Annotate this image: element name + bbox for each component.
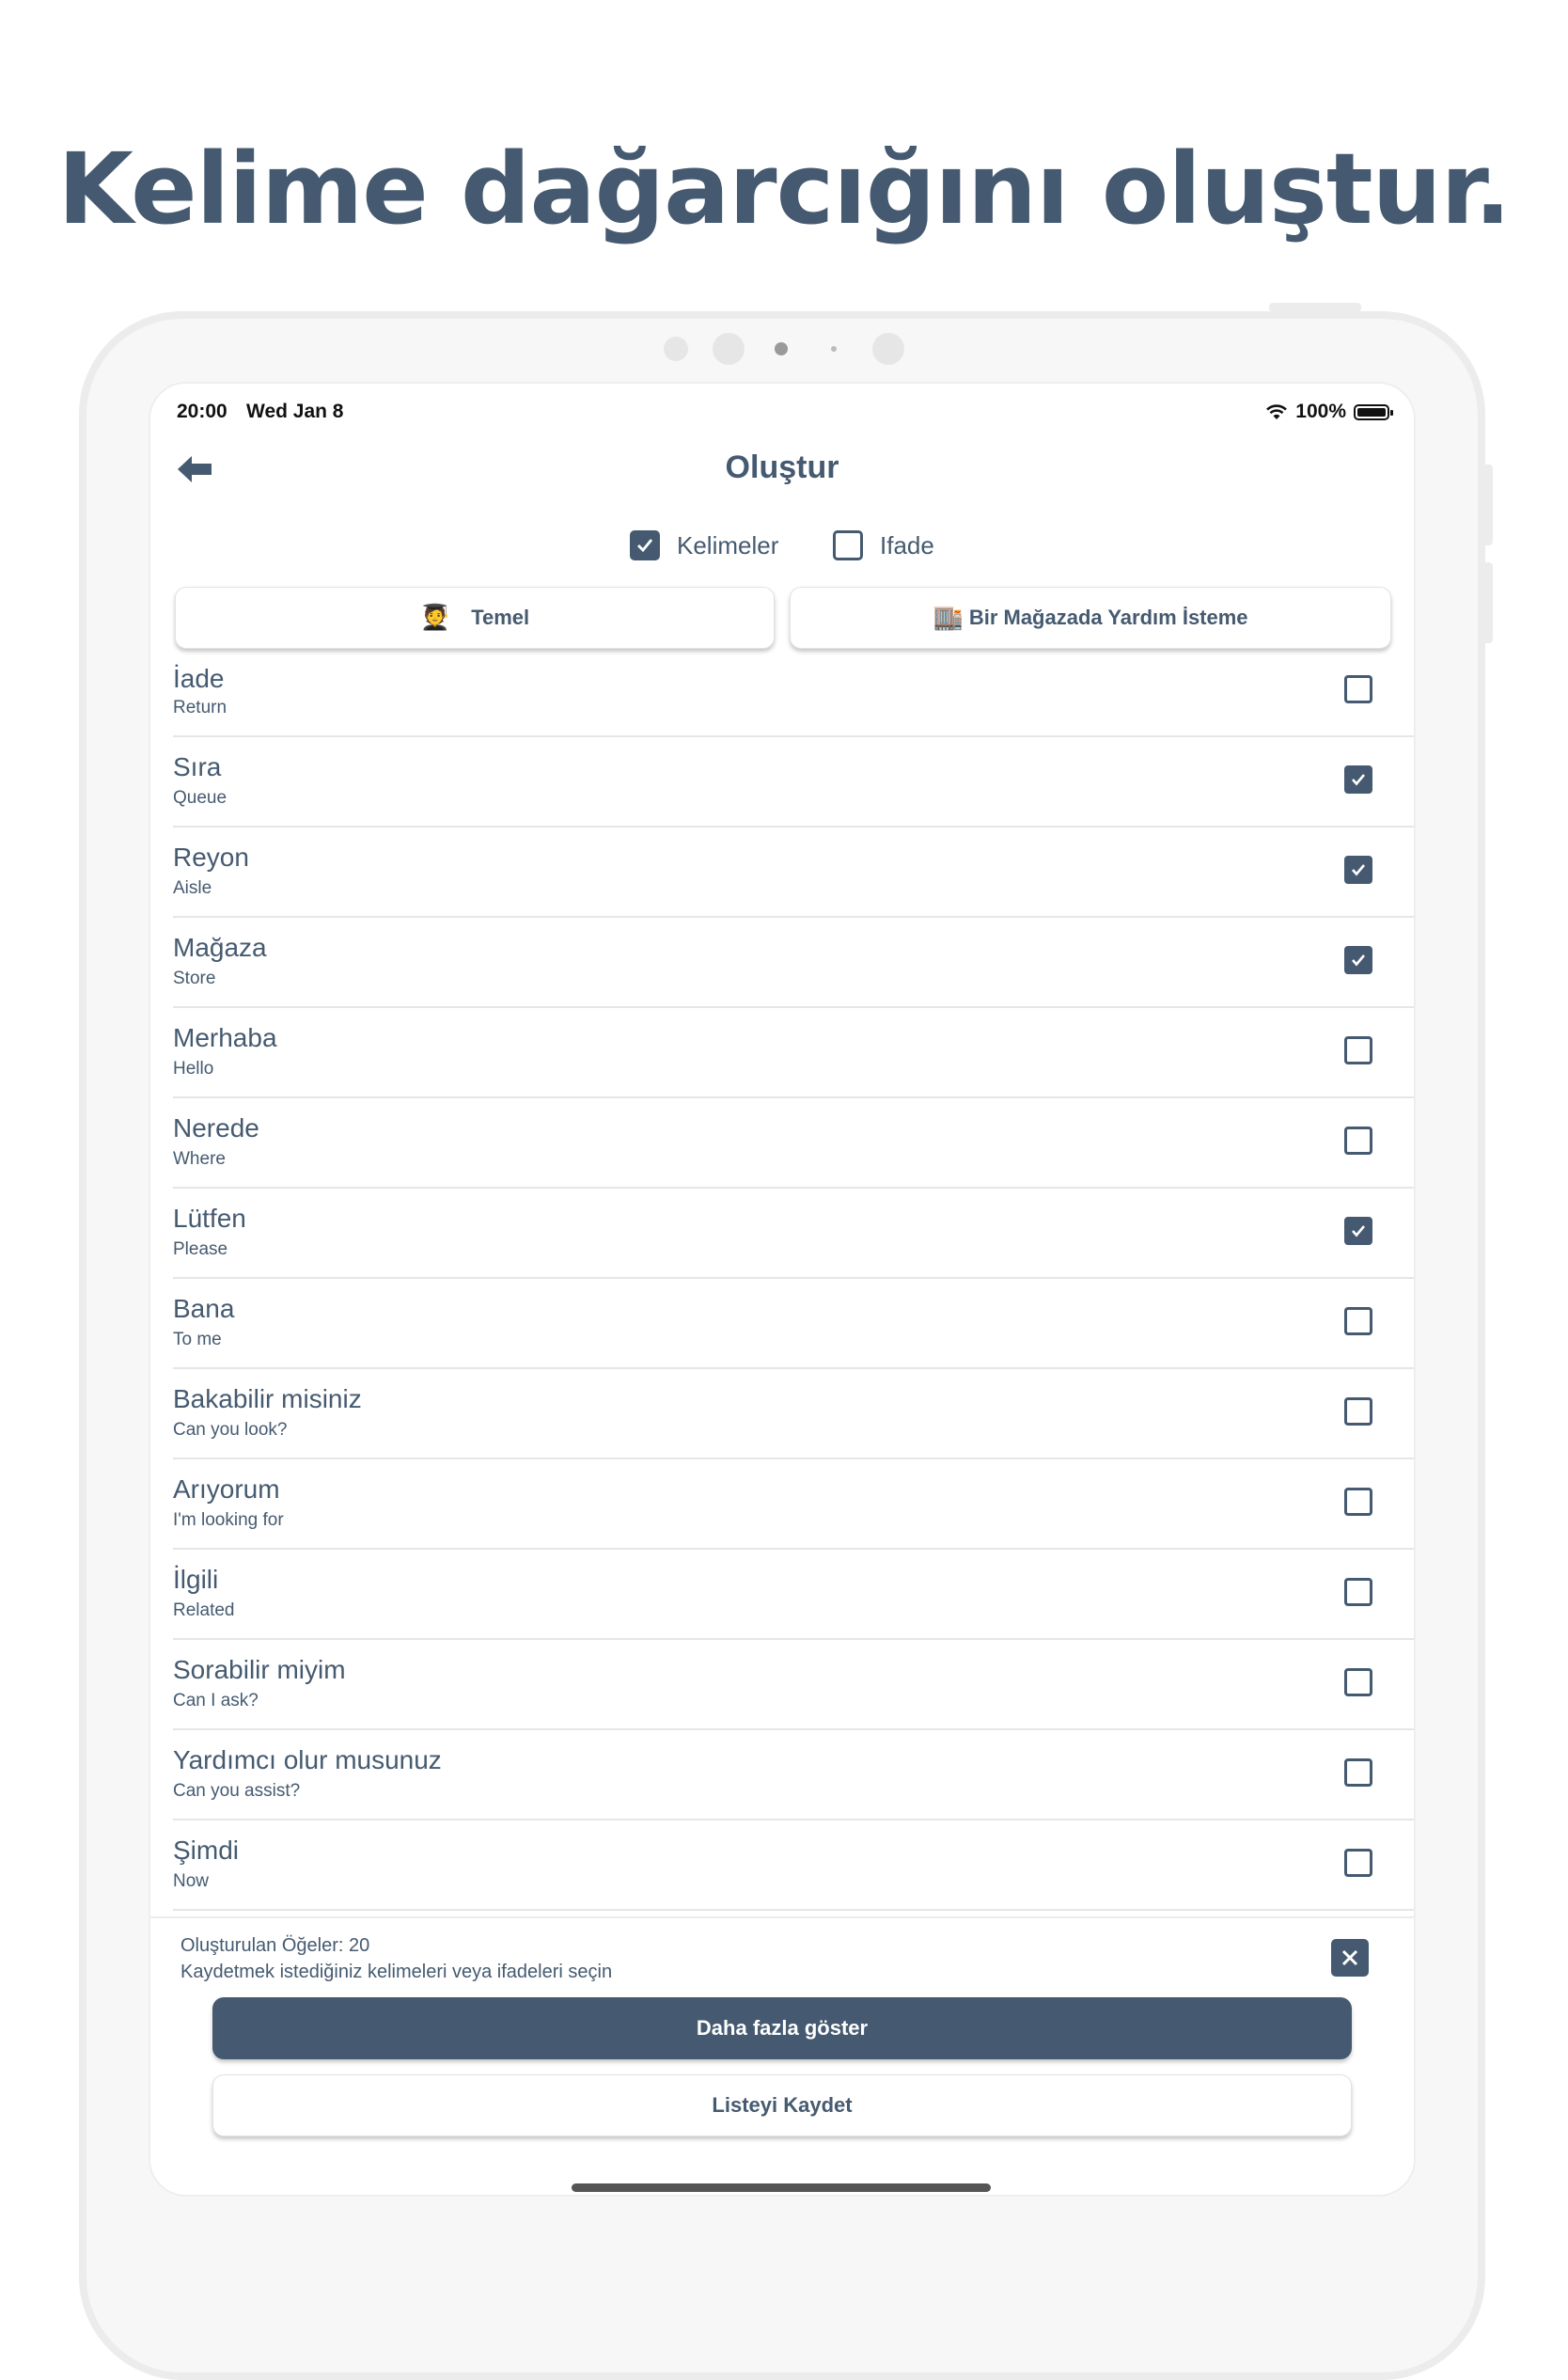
item-translation: I'm looking for: [173, 1510, 284, 1530]
camera-dot: [713, 333, 745, 365]
status-time: 20:00: [177, 401, 227, 422]
checkbox-unchecked-icon[interactable]: [1344, 1849, 1372, 1877]
checkbox-unchecked-icon[interactable]: [1344, 1397, 1372, 1426]
close-icon[interactable]: [1331, 1939, 1369, 1977]
list-item[interactable]: Sıra Queue: [173, 737, 1414, 827]
checkbox-unchecked-icon[interactable]: [1344, 675, 1372, 703]
list-item[interactable]: Şimdi Now: [173, 1820, 1414, 1911]
topic-label: Bir Mağazada Yardım İsteme: [968, 606, 1248, 629]
item-word: Merhaba: [173, 1023, 277, 1052]
headline: Kelime dağarcığını oluştur.: [57, 132, 1511, 246]
item-translation: Return: [173, 698, 227, 717]
camera-dot: [831, 346, 837, 352]
list-item[interactable]: Bakabilir misiniz Can you look?: [173, 1369, 1414, 1459]
camera-lens: [775, 342, 788, 355]
checkbox-unchecked-icon[interactable]: [1344, 1668, 1372, 1696]
home-indicator: [572, 2183, 991, 2192]
item-translation: Hello: [173, 1059, 214, 1079]
volume-down-button: [1483, 562, 1493, 643]
checkbox-checked-icon[interactable]: [1344, 856, 1372, 884]
toggle-phrases[interactable]: Ifade: [833, 530, 934, 560]
student-emoji-icon: 🧑‍🎓: [419, 604, 451, 632]
list-item[interactable]: Arıyorum I'm looking for: [173, 1459, 1414, 1550]
volume-up-button: [1483, 465, 1493, 545]
item-translation: Now: [173, 1871, 210, 1891]
checkbox-checked-icon[interactable]: [1344, 1217, 1372, 1245]
item-translation: Can you assist?: [173, 1781, 301, 1801]
checkbox-checked-icon[interactable]: [1344, 765, 1372, 794]
item-word: Bakabilir misiniz: [173, 1384, 362, 1413]
checkbox-checked-icon[interactable]: [1344, 946, 1372, 974]
checkbox-unchecked-icon[interactable]: [833, 530, 863, 560]
camera-dot: [872, 333, 904, 365]
hint-text: Kaydetmek istediğiniz kelimeleri veya if…: [180, 1962, 613, 1982]
status-right: 100%: [1265, 401, 1393, 423]
item-word: Şimdi: [173, 1836, 240, 1865]
checkbox-unchecked-icon[interactable]: [1344, 1127, 1372, 1155]
item-translation: Related: [173, 1600, 235, 1620]
top-button: [1269, 303, 1361, 312]
save-list-button[interactable]: Listeyi Kaydet: [212, 2074, 1352, 2136]
status-bar: 20:00 Wed Jan 8 100%: [177, 393, 1393, 431]
item-translation: Aisle: [173, 878, 212, 898]
show-more-button[interactable]: Daha fazla göster: [212, 1997, 1352, 2059]
item-translation: Can you look?: [173, 1420, 288, 1440]
camera-dot: [664, 337, 688, 361]
list-item[interactable]: Merhaba Hello: [173, 1008, 1414, 1098]
list-item[interactable]: İlgili Related: [173, 1550, 1414, 1640]
item-word: Sorabilir miyim: [173, 1655, 346, 1684]
item-word: Mağaza: [173, 933, 267, 962]
item-word: Sıra: [173, 752, 222, 781]
item-word: Yardımcı olur musunuz: [173, 1745, 442, 1774]
item-translation: Can I ask?: [173, 1691, 259, 1710]
checkbox-unchecked-icon[interactable]: [1344, 1488, 1372, 1516]
list-item[interactable]: Bana To me: [173, 1279, 1414, 1369]
item-translation: Where: [173, 1149, 226, 1169]
battery-icon: [1354, 403, 1393, 420]
list-item[interactable]: Yardımcı olur musunuz Can you assist?: [173, 1730, 1414, 1820]
app-screen: 20:00 Wed Jan 8 100% Oluştur Kelimeler I…: [149, 382, 1416, 2197]
footer-panel: Oluşturulan Öğeler: 20 Kaydetmek istediğ…: [150, 1916, 1414, 2195]
checkbox-unchecked-icon[interactable]: [1344, 1758, 1372, 1787]
wifi-icon: [1266, 404, 1288, 419]
item-word: Nerede: [173, 1113, 259, 1143]
item-word: İade: [173, 664, 225, 693]
checkbox-unchecked-icon[interactable]: [1344, 1036, 1372, 1064]
item-translation: To me: [173, 1330, 222, 1349]
item-translation: Store: [173, 969, 216, 988]
item-translation: Please: [173, 1239, 228, 1259]
item-word: Bana: [173, 1294, 235, 1323]
item-word: Lütfen: [173, 1204, 246, 1233]
topic-button-store[interactable]: 🏬 Bir Mağazada Yardım İsteme: [790, 587, 1391, 649]
battery-percent: 100%: [1295, 401, 1346, 422]
item-translation: Queue: [173, 788, 227, 808]
list-item[interactable]: Reyon Aisle: [173, 827, 1414, 918]
toggle-label: Kelimeler: [677, 530, 779, 560]
checkbox-checked-icon[interactable]: [630, 530, 660, 560]
checkbox-unchecked-icon[interactable]: [1344, 1578, 1372, 1606]
checkbox-unchecked-icon[interactable]: [1344, 1307, 1372, 1335]
item-word: Arıyorum: [173, 1474, 280, 1504]
topic-label: Temel: [471, 606, 530, 629]
list-item[interactable]: Lütfen Please: [173, 1189, 1414, 1279]
items-count: Oluşturulan Öğeler: 20: [180, 1935, 370, 1956]
topic-button-basic[interactable]: 🧑‍🎓 Temel: [175, 587, 775, 649]
list-item[interactable]: Nerede Where: [173, 1098, 1414, 1189]
toggle-words[interactable]: Kelimeler: [630, 530, 778, 560]
list-item[interactable]: Sorabilir miyim Can I ask?: [173, 1640, 1414, 1730]
list-item[interactable]: Mağaza Store: [173, 918, 1414, 1008]
page-title: Oluştur: [725, 449, 839, 485]
item-word: İlgili: [173, 1565, 219, 1594]
word-list[interactable]: İade Return Sıra Queue Reyon Aisle Mağaza Store…: [150, 664, 1414, 1916]
status-date: Wed Jan 8: [246, 401, 344, 422]
store-emoji-icon: 🏬: [933, 604, 964, 632]
item-word: Reyon: [173, 843, 249, 872]
list-item[interactable]: İade Return: [173, 664, 1414, 737]
toggle-label: Ifade: [880, 530, 934, 560]
